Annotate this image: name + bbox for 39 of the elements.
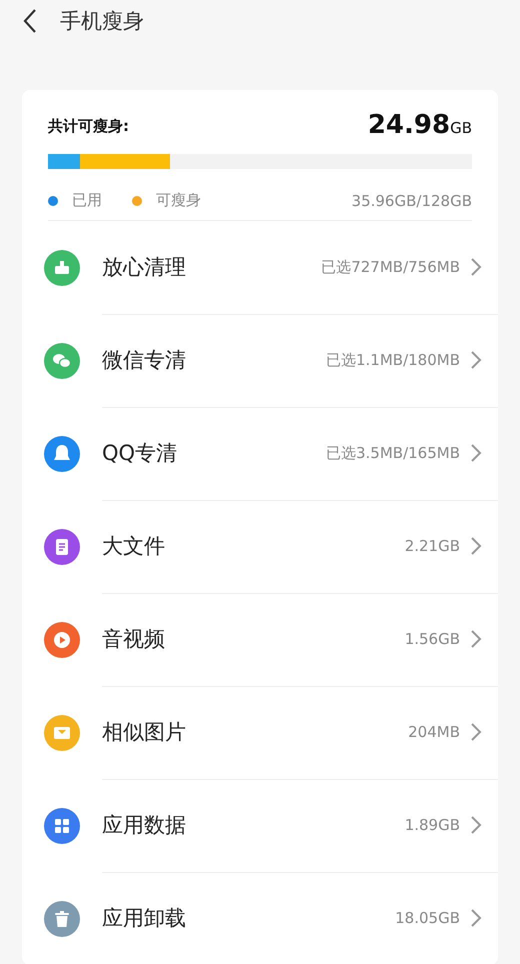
total-amount: 24.98GB bbox=[368, 110, 472, 140]
chevron-icon bbox=[470, 815, 482, 835]
item-label: QQ专清 bbox=[102, 440, 178, 467]
list-item[interactable]: 微信专清 已选1.1MB/180MB bbox=[22, 314, 498, 407]
item-label: 音视频 bbox=[102, 626, 166, 653]
chevron-icon bbox=[470, 257, 482, 277]
chevron-icon bbox=[470, 629, 482, 649]
item-value: 1.89GB bbox=[404, 816, 460, 834]
item-label: 微信专清 bbox=[102, 347, 187, 374]
legend-label: 可瘦身 bbox=[156, 191, 201, 210]
usage-text: 35.96GB/128GB bbox=[352, 192, 472, 210]
list-item[interactable]: 放心清理 已选727MB/756MB bbox=[22, 221, 498, 314]
back-button[interactable] bbox=[22, 8, 38, 34]
item-label: 应用数据 bbox=[102, 812, 187, 839]
legend-label: 已用 bbox=[72, 191, 102, 210]
list-item[interactable]: 应用卸载 18.05GB bbox=[22, 872, 498, 964]
list-item[interactable]: QQ专清 已选3.5MB/165MB bbox=[22, 407, 498, 500]
list-item[interactable]: 音视频 1.56GB bbox=[22, 593, 498, 686]
item-value: 已选727MB/756MB bbox=[321, 258, 460, 276]
item-value: 1.56GB bbox=[404, 630, 460, 648]
item-value: 18.05GB bbox=[395, 909, 460, 927]
chevron-icon bbox=[470, 908, 482, 928]
item-label: 应用卸载 bbox=[102, 905, 187, 932]
page-title: 手机瘦身 bbox=[60, 8, 144, 35]
item-value: 204MB bbox=[408, 723, 460, 741]
item-value: 2.21GB bbox=[404, 537, 460, 555]
item-label: 大文件 bbox=[102, 533, 166, 560]
list-item[interactable]: 相似图片 204MB bbox=[22, 686, 498, 779]
list-item[interactable]: 大文件 2.21GB bbox=[22, 500, 498, 593]
chevron-icon bbox=[470, 443, 482, 463]
chevron-icon bbox=[470, 722, 482, 742]
chevron-icon bbox=[470, 536, 482, 556]
item-value: 已选1.1MB/180MB bbox=[326, 350, 460, 370]
item-label: 放心清理 bbox=[102, 254, 187, 281]
list-item[interactable]: 应用数据 1.89GB bbox=[22, 779, 498, 872]
total-label: 共计可瘦身: bbox=[48, 117, 129, 137]
item-value: 已选3.5MB/165MB bbox=[326, 444, 460, 462]
chevron-icon bbox=[470, 350, 482, 370]
item-label: 相似图片 bbox=[102, 719, 187, 746]
